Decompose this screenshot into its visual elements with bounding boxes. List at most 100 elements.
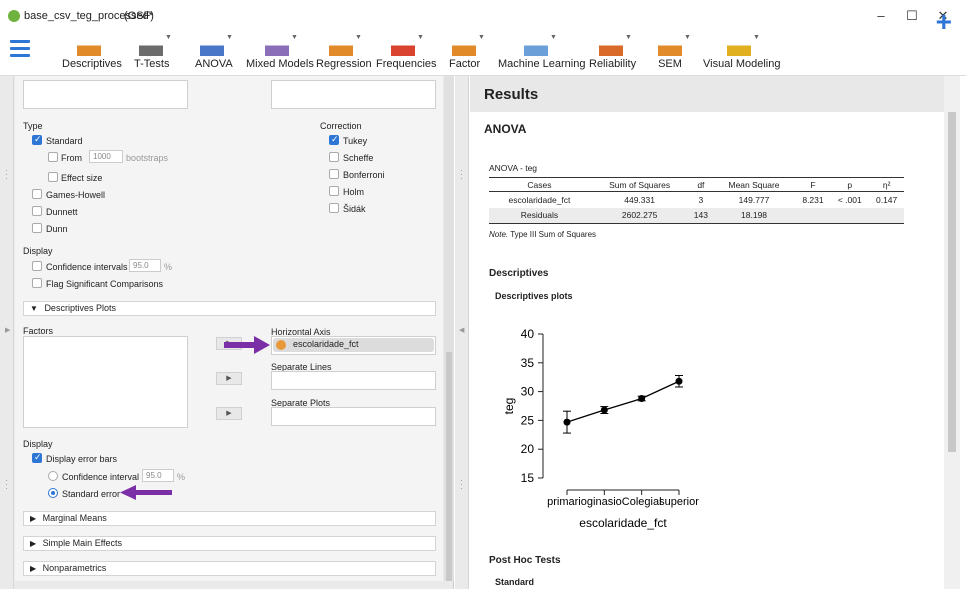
options-scrollbar-thumb[interactable] (446, 352, 452, 581)
nonparametrics-header[interactable]: ▶ Nonparametrics (23, 561, 436, 576)
flag-significant-checkbox[interactable] (32, 278, 42, 288)
window-subtitle: (OSF) (124, 10, 154, 22)
confidence-intervals-input[interactable]: 95.0 (129, 259, 161, 272)
marginal-means-header[interactable]: ▶ Marginal Means (23, 511, 436, 526)
add-module-button[interactable]: + (936, 6, 952, 38)
effect-size-checkbox[interactable] (48, 172, 58, 182)
toolbar-regression-button[interactable]: ▼ Regression (316, 32, 372, 76)
table-cell: Residuals (489, 207, 590, 224)
toolbar-label: Frequencies (376, 58, 437, 70)
module-icon (599, 34, 623, 56)
games-howell-checkbox[interactable] (32, 189, 42, 199)
move-to-plots-button[interactable]: ▶ (216, 407, 242, 420)
x-tick-label: Colegial (622, 496, 662, 508)
toolbar-frequencies-button[interactable]: ▼ Frequencies (376, 32, 437, 76)
anova-table: Cases Sum of Squares df Mean Square Fp η² esc… (489, 177, 904, 224)
dunnett-label: Dunnett (46, 207, 78, 217)
column-header: Sum of Squares (589, 177, 690, 192)
holm-checkbox[interactable] (329, 186, 339, 196)
display-label-2: Display (23, 439, 53, 449)
dunn-label: Dunn (46, 224, 68, 234)
games-howell-label: Games-Howell (46, 190, 106, 200)
series-line (566, 380, 680, 423)
separate-lines-box[interactable] (271, 371, 436, 390)
column-header: η² (869, 177, 904, 192)
table-cell: 149.777 (738, 194, 770, 205)
variables-box-left[interactable] (23, 80, 188, 109)
y-tick-label: 30 (521, 385, 535, 399)
y-tick-label: 20 (521, 442, 535, 456)
data-point (600, 406, 608, 414)
move-to-lines-button[interactable]: ▶ (216, 372, 242, 385)
descriptives-heading: Descriptives (489, 268, 549, 279)
x-tick-label: ginasio (587, 496, 622, 508)
toolbar-descriptives-button[interactable]: Descriptives (62, 32, 122, 76)
module-icon (452, 34, 476, 56)
expand-left-icon[interactable]: ▶ (5, 327, 10, 334)
bonferroni-checkbox[interactable] (329, 169, 339, 179)
toolbar-reliability-button[interactable]: ▼ Reliability (589, 32, 636, 76)
expand-triangle-icon: ▶ (30, 564, 37, 573)
confidence-interval-label: Confidence interval (62, 472, 140, 482)
factors-label: Factors (23, 326, 54, 336)
confidence-interval-input[interactable]: 95.0 (142, 469, 174, 482)
separate-plots-box[interactable] (271, 407, 436, 426)
toolbar-label: Mixed Models (246, 58, 314, 70)
annotation-arrow-left (120, 485, 172, 500)
descriptives-plots-header[interactable]: ▼ Descriptives Plots (23, 301, 436, 316)
simple-main-effects-header[interactable]: ▶ Simple Main Effects (23, 536, 436, 551)
sidak-checkbox[interactable] (329, 203, 339, 213)
dunn-checkbox[interactable] (32, 223, 42, 233)
module-icon (139, 34, 163, 56)
table-cell: 3 (698, 194, 704, 205)
table-cell: 2602.275 (589, 207, 690, 224)
nonparametrics-label: Nonparametrics (42, 563, 107, 573)
table-row: Residuals 2602.275 143 18.198 (489, 207, 904, 224)
toolbar-factor-button[interactable]: ▼ Factor (449, 32, 485, 76)
data-point (675, 377, 683, 385)
dunnett-checkbox[interactable] (32, 206, 42, 216)
bootstraps-input[interactable]: 1000 (89, 150, 123, 163)
horizontal-axis-variable[interactable]: escolaridade_fct (273, 338, 434, 352)
results-scrollbar-thumb[interactable] (948, 112, 956, 452)
collapse-left-icon[interactable]: ◀ (459, 327, 464, 334)
toolbar-sem-button[interactable]: ▼ SEM (656, 32, 691, 76)
options-form (15, 76, 443, 581)
variables-box-right[interactable] (271, 80, 436, 109)
scheffe-checkbox[interactable] (329, 152, 339, 162)
dropdown-caret-icon: ▼ (625, 34, 632, 41)
marginal-means-label: Marginal Means (42, 513, 107, 523)
dropdown-caret-icon: ▼ (417, 34, 424, 41)
toolbar-machine-learning-button[interactable]: ▼ Machine Learning (498, 32, 585, 76)
annotation-arrow-right (224, 336, 270, 354)
tukey-label: Tukey (343, 136, 368, 146)
toolbar-visual-modeling-button[interactable]: ▼ Visual Modeling (703, 32, 780, 76)
standard-error-radio[interactable] (48, 488, 58, 498)
toolbar-anova-button[interactable]: ▼ ANOVA (195, 32, 233, 76)
toolbar-label: Regression (316, 58, 372, 70)
toolbar-mixed-models-button[interactable]: ▼ Mixed Models (246, 32, 314, 76)
display-error-bars-checkbox[interactable] (32, 452, 42, 463)
grip-icon: · · · (460, 165, 463, 183)
percent-label: % (164, 262, 173, 272)
standard-checkbox[interactable] (32, 134, 42, 145)
standard-label: Standard (46, 136, 83, 146)
module-icon (200, 34, 224, 56)
tukey-checkbox[interactable] (329, 134, 339, 145)
display-label: Display (23, 246, 53, 256)
module-icon (329, 34, 353, 56)
column-header: Cases (489, 177, 590, 192)
minimize-button[interactable]: – (866, 6, 896, 26)
note-text: Type III Sum of Squares (510, 230, 597, 239)
descriptives-plots-heading: Descriptives plots (495, 291, 573, 301)
app-icon (8, 10, 20, 22)
confidence-intervals-checkbox[interactable] (32, 261, 42, 271)
from-checkbox[interactable] (48, 152, 58, 162)
factors-list[interactable] (23, 336, 188, 428)
menu-icon[interactable] (10, 40, 30, 60)
confidence-interval-radio[interactable] (48, 471, 58, 481)
table-note: Note. Type III Sum of Squares (489, 230, 596, 239)
maximize-button[interactable]: ☐ (897, 6, 927, 26)
toolbar-t-tests-button[interactable]: ▼ T-Tests (134, 32, 172, 76)
column-header: F (795, 177, 831, 192)
